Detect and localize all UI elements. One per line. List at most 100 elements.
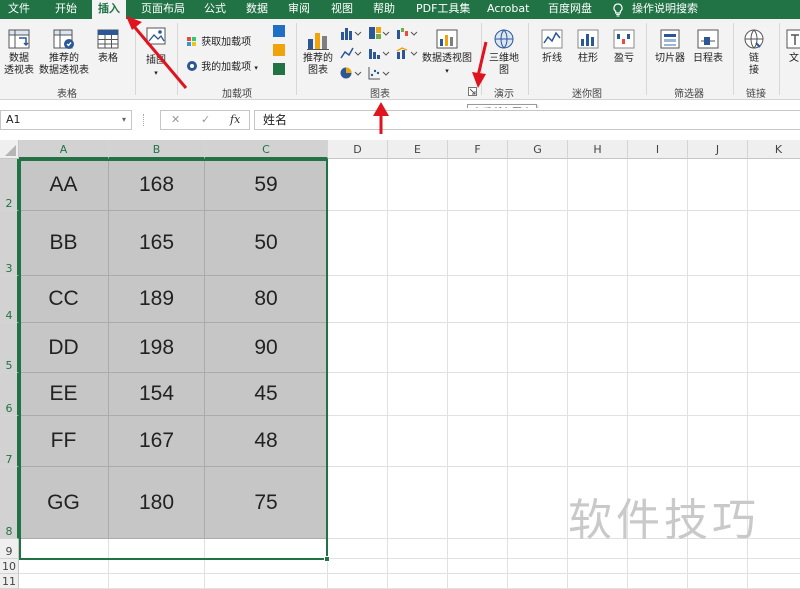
table-cell[interactable] [205,539,328,559]
table-cell[interactable] [328,559,388,574]
table-cell[interactable] [688,574,748,589]
table-cell[interactable]: BB [19,211,109,276]
table-cell[interactable] [448,467,508,539]
table-cell[interactable] [508,416,568,467]
column-header[interactable]: F [448,140,508,159]
table-cell[interactable] [688,276,748,323]
table-cell[interactable] [448,276,508,323]
table-cell[interactable] [568,416,628,467]
table-cell[interactable] [748,276,800,323]
table-cell[interactable] [19,539,109,559]
table-cell[interactable] [628,416,688,467]
people-graph-icon[interactable] [273,63,285,75]
hierarchy-chart-icon[interactable] [368,25,390,44]
charts-dialog-launcher-icon[interactable] [468,87,477,96]
statistic-chart-icon[interactable] [368,45,390,64]
column-header[interactable]: G [508,140,568,159]
line-chart-icon[interactable] [340,45,362,64]
table-cell[interactable] [388,559,448,574]
table-cell[interactable] [688,159,748,211]
table-cell[interactable] [628,211,688,276]
table-cell[interactable] [688,323,748,373]
column-header[interactable]: A [19,140,109,159]
table-cell[interactable] [568,211,628,276]
tab-baidu-netdisk[interactable]: 百度网盘 [548,0,592,19]
row-header[interactable]: 6 [0,373,19,416]
column-header[interactable]: J [688,140,748,159]
table-cell[interactable] [388,276,448,323]
table-cell[interactable] [688,559,748,574]
table-cell[interactable] [388,574,448,589]
table-cell[interactable] [748,416,800,467]
column-header[interactable]: C [205,140,328,159]
tab-formulas[interactable]: 公式 [204,0,226,19]
table-cell[interactable] [328,373,388,416]
table-cell[interactable] [568,373,628,416]
recommended-charts-button[interactable]: 推荐的 图表 [301,27,335,77]
table-cell[interactable] [448,559,508,574]
column-header[interactable]: E [388,140,448,159]
table-cell[interactable] [328,539,388,559]
row-header[interactable]: 11 [0,574,19,589]
table-cell[interactable]: CC [19,276,109,323]
get-addins-button[interactable]: 获取加载项 [186,35,251,50]
row-header[interactable]: 3 [0,211,19,276]
table-cell[interactable] [628,373,688,416]
table-cell[interactable] [388,539,448,559]
table-cell[interactable] [448,539,508,559]
table-cell[interactable] [388,211,448,276]
table-cell[interactable] [109,574,205,589]
table-cell[interactable] [688,211,748,276]
table-cell[interactable] [568,574,628,589]
row-header[interactable]: 8 [0,467,19,539]
fill-handle[interactable] [324,556,330,562]
table-cell[interactable] [508,559,568,574]
table-cell[interactable] [109,539,205,559]
link-button[interactable]: 链 接 [738,27,770,77]
table-cell[interactable] [109,559,205,574]
table-cell[interactable]: 168 [109,159,205,211]
tab-home[interactable]: 开始 [55,0,77,19]
table-cell[interactable]: 80 [205,276,328,323]
text-button[interactable]: 文 [784,27,800,65]
row-header[interactable]: 5 [0,323,19,373]
recommended-pivot-button[interactable]: 推荐的 数据透视表 [38,27,90,77]
waterfall-chart-icon[interactable] [396,25,418,44]
table-cell[interactable]: 167 [109,416,205,467]
bing-icon[interactable] [273,44,285,56]
table-cell[interactable] [388,373,448,416]
table-cell[interactable]: EE [19,373,109,416]
tab-data[interactable]: 数据 [246,0,268,19]
table-cell[interactable] [748,559,800,574]
tab-acrobat[interactable]: Acrobat [487,0,529,19]
table-cell[interactable] [448,323,508,373]
3d-map-button[interactable]: 三维地 图 [486,27,522,77]
combo-chart-icon[interactable] [396,45,418,64]
visio-icon[interactable] [273,25,285,37]
table-cell[interactable] [328,159,388,211]
table-button[interactable]: 表格 [92,27,124,65]
table-cell[interactable] [508,211,568,276]
table-cell[interactable] [19,559,109,574]
tab-page-layout[interactable]: 页面布局 [141,0,185,19]
table-cell[interactable]: 154 [109,373,205,416]
table-cell[interactable] [508,159,568,211]
table-cell[interactable] [205,574,328,589]
table-cell[interactable] [628,159,688,211]
table-cell[interactable]: 48 [205,416,328,467]
table-cell[interactable]: 165 [109,211,205,276]
column-header[interactable]: I [628,140,688,159]
table-cell[interactable] [388,159,448,211]
table-cell[interactable] [328,467,388,539]
my-addins-button[interactable]: 我的加载项 ▾ [186,60,258,75]
illustrations-button[interactable]: 插图 ▾ [140,25,172,79]
scatter-chart-icon[interactable] [368,65,390,84]
table-cell[interactable]: GG [19,467,109,539]
slicer-button[interactable]: 切片器 [652,27,688,65]
table-cell[interactable] [568,159,628,211]
table-cell[interactable] [628,559,688,574]
name-box[interactable]: A1 ▾ [0,110,132,130]
tab-pdf-tools[interactable]: PDF工具集 [416,0,470,19]
table-cell[interactable] [628,574,688,589]
pivot-table-button[interactable]: 数据 透视表 [3,27,35,77]
